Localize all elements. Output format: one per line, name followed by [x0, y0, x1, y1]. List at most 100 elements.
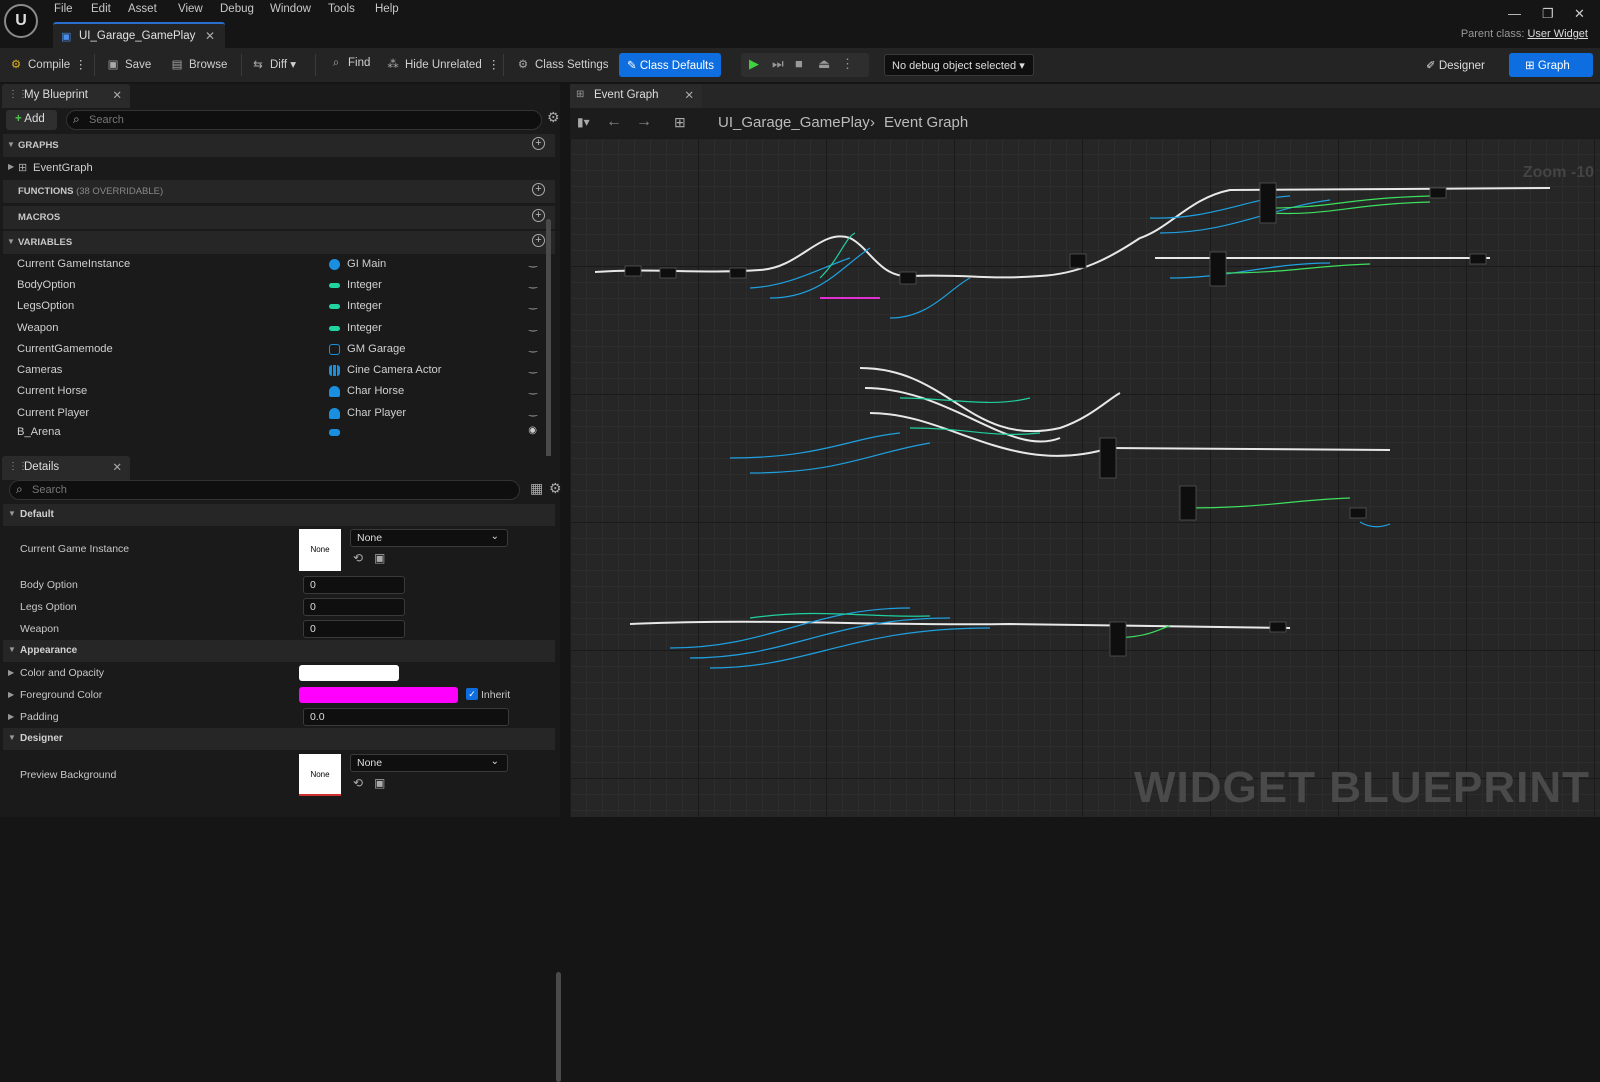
- body-option-input[interactable]: 0: [303, 576, 405, 594]
- diff-button[interactable]: ⇆ Diff ▾: [251, 57, 296, 71]
- appearance-category[interactable]: ▼ Appearance: [3, 640, 555, 662]
- compile-button[interactable]: ⚙ Compile: [9, 57, 70, 71]
- forward-arrow-icon[interactable]: →: [636, 113, 652, 131]
- menu-edit[interactable]: Edit: [91, 3, 111, 15]
- find-button[interactable]: ⌕ Find: [329, 57, 371, 70]
- minimize-icon[interactable]: —: [1508, 6, 1521, 21]
- unreal-logo-icon[interactable]: U: [4, 4, 38, 38]
- breadcrumb-event-graph[interactable]: Event Graph: [884, 114, 968, 131]
- menu-help[interactable]: Help: [375, 3, 399, 15]
- variable-row[interactable]: LegsOption Integer ‿: [3, 296, 555, 317]
- close-tab-icon[interactable]: ✕: [684, 88, 694, 102]
- browse-button[interactable]: ▤ Browse: [170, 57, 228, 71]
- variable-row[interactable]: B_Arena ◉: [3, 422, 555, 443]
- designer-mode-button[interactable]: ✐ Designer: [1418, 53, 1506, 77]
- document-tab[interactable]: ▣ UI_Garage_GamePlay ✕: [53, 22, 225, 48]
- event-graph-tab[interactable]: ⊞ Event Graph ✕: [570, 84, 702, 108]
- variable-row[interactable]: CurrentGamemode GM Garage ‿: [3, 339, 555, 360]
- add-variable-icon[interactable]: +: [532, 234, 545, 247]
- padding-input[interactable]: 0.0: [303, 708, 509, 726]
- stop-icon[interactable]: ■: [795, 56, 803, 71]
- menu-file[interactable]: File: [54, 3, 73, 15]
- designer-category[interactable]: ▼ Designer: [3, 728, 555, 750]
- more-options-icon[interactable]: ⋮: [488, 57, 500, 71]
- graph-mode-button[interactable]: ⊞ Graph: [1509, 53, 1593, 77]
- breadcrumb-blueprint[interactable]: UI_Garage_GamePlay: [718, 114, 870, 131]
- class-settings-button[interactable]: ⚙ Class Settings: [516, 57, 609, 71]
- menu-asset[interactable]: Asset: [128, 3, 157, 15]
- collapse-arrow-icon[interactable]: ▶: [8, 690, 14, 699]
- functions-category[interactable]: FUNCTIONS (38 OVERRIDABLE) +: [3, 180, 555, 203]
- save-button[interactable]: ▣ Save: [106, 57, 152, 71]
- parent-class-link[interactable]: User Widget: [1527, 28, 1588, 40]
- eject-icon[interactable]: ⏏: [818, 56, 830, 72]
- eye-icon[interactable]: ◉: [528, 425, 537, 436]
- game-instance-dropdown[interactable]: None ⌄: [350, 529, 508, 547]
- asset-thumbnail[interactable]: None: [299, 529, 341, 571]
- eye-closed-icon[interactable]: ‿: [529, 321, 537, 332]
- hide-unrelated-button[interactable]: ⁂ Hide Unrelated: [386, 57, 481, 71]
- default-category[interactable]: ▼ Default: [3, 504, 555, 526]
- collapse-arrow-icon[interactable]: ▶: [8, 712, 14, 721]
- class-defaults-button[interactable]: ✎ Class Defaults: [619, 53, 721, 77]
- blueprint-nodes-layer[interactable]: [570, 138, 1600, 817]
- my-blueprint-tab[interactable]: ⋮⋮ My Blueprint ✕: [2, 84, 130, 108]
- macros-category[interactable]: MACROS +: [3, 206, 555, 229]
- graphs-category[interactable]: ▼ GRAPHS +: [3, 134, 555, 157]
- step-icon[interactable]: ⏭: [772, 56, 784, 72]
- eye-closed-icon[interactable]: ‿: [529, 363, 537, 374]
- close-panel-icon[interactable]: ✕: [112, 460, 122, 474]
- eye-closed-icon[interactable]: ‿: [529, 384, 537, 395]
- eye-closed-icon[interactable]: ‿: [529, 257, 537, 268]
- my-blueprint-search-input[interactable]: ⌕ Search: [66, 110, 542, 130]
- use-selected-icon[interactable]: ⟲: [353, 551, 363, 565]
- legs-option-input[interactable]: 0: [303, 598, 405, 616]
- variable-row[interactable]: BodyOption Integer ‿: [3, 275, 555, 296]
- close-window-icon[interactable]: ✕: [1574, 6, 1585, 22]
- variable-row[interactable]: Current GameInstance GI Main ‿: [3, 254, 555, 275]
- details-search-input[interactable]: ⌕ Search: [9, 480, 520, 500]
- add-function-icon[interactable]: +: [532, 183, 545, 196]
- menu-debug[interactable]: Debug: [220, 3, 254, 15]
- bookmark-icon[interactable]: ▮▾: [577, 115, 590, 129]
- preview-background-dropdown[interactable]: None ⌄: [350, 754, 508, 772]
- variable-row[interactable]: Weapon Integer ‿: [3, 318, 555, 339]
- menu-tools[interactable]: Tools: [328, 3, 355, 15]
- add-graph-icon[interactable]: +: [532, 137, 545, 150]
- add-button[interactable]: + Add: [6, 110, 57, 130]
- add-macro-icon[interactable]: +: [532, 209, 545, 222]
- scrollbar[interactable]: [556, 972, 561, 1082]
- browse-asset-icon[interactable]: ▣: [374, 776, 385, 790]
- menu-view[interactable]: View: [178, 3, 203, 15]
- graph-item-eventgraph[interactable]: ▶ ⊞ EventGraph: [3, 158, 555, 179]
- table-view-icon[interactable]: ▦: [530, 480, 543, 497]
- weapon-input[interactable]: 0: [303, 620, 405, 638]
- menu-window[interactable]: Window: [270, 3, 311, 15]
- asset-thumbnail[interactable]: None: [299, 754, 341, 796]
- play-icon[interactable]: ▶: [749, 56, 759, 72]
- eye-closed-icon[interactable]: ‿: [529, 278, 537, 289]
- foreground-color-swatch[interactable]: [299, 687, 458, 703]
- collapse-arrow-icon[interactable]: ▶: [8, 668, 14, 677]
- back-arrow-icon[interactable]: ←: [606, 113, 622, 131]
- browse-asset-icon[interactable]: ▣: [374, 551, 385, 565]
- close-tab-icon[interactable]: ✕: [205, 29, 215, 43]
- play-options-icon[interactable]: ⋮: [841, 56, 854, 72]
- close-panel-icon[interactable]: ✕: [112, 88, 122, 102]
- restore-icon[interactable]: ❐: [1542, 6, 1554, 22]
- color-swatch[interactable]: [299, 665, 399, 681]
- eye-closed-icon[interactable]: ‿: [529, 342, 537, 353]
- variable-row[interactable]: Current Horse Char Horse ‿: [3, 381, 555, 402]
- eye-closed-icon[interactable]: ‿: [529, 406, 537, 417]
- settings-gear-icon[interactable]: ⚙: [547, 109, 560, 126]
- debug-object-select[interactable]: No debug object selected ▾: [884, 54, 1034, 76]
- details-tab[interactable]: ⋮⋮ Details ✕: [2, 456, 130, 480]
- variable-row[interactable]: Cameras Cine Camera Actor ‿: [3, 360, 555, 381]
- variable-row[interactable]: Current Player Char Player ‿: [3, 403, 555, 424]
- settings-gear-icon[interactable]: ⚙: [549, 480, 562, 497]
- inherit-checkbox[interactable]: ✓: [466, 688, 478, 700]
- use-selected-icon[interactable]: ⟲: [353, 776, 363, 790]
- eye-closed-icon[interactable]: ‿: [529, 299, 537, 310]
- graph-canvas[interactable]: Zoom -10 WIDGET BLUEPRINT: [570, 138, 1600, 817]
- variables-category[interactable]: ▼ VARIABLES +: [3, 231, 555, 254]
